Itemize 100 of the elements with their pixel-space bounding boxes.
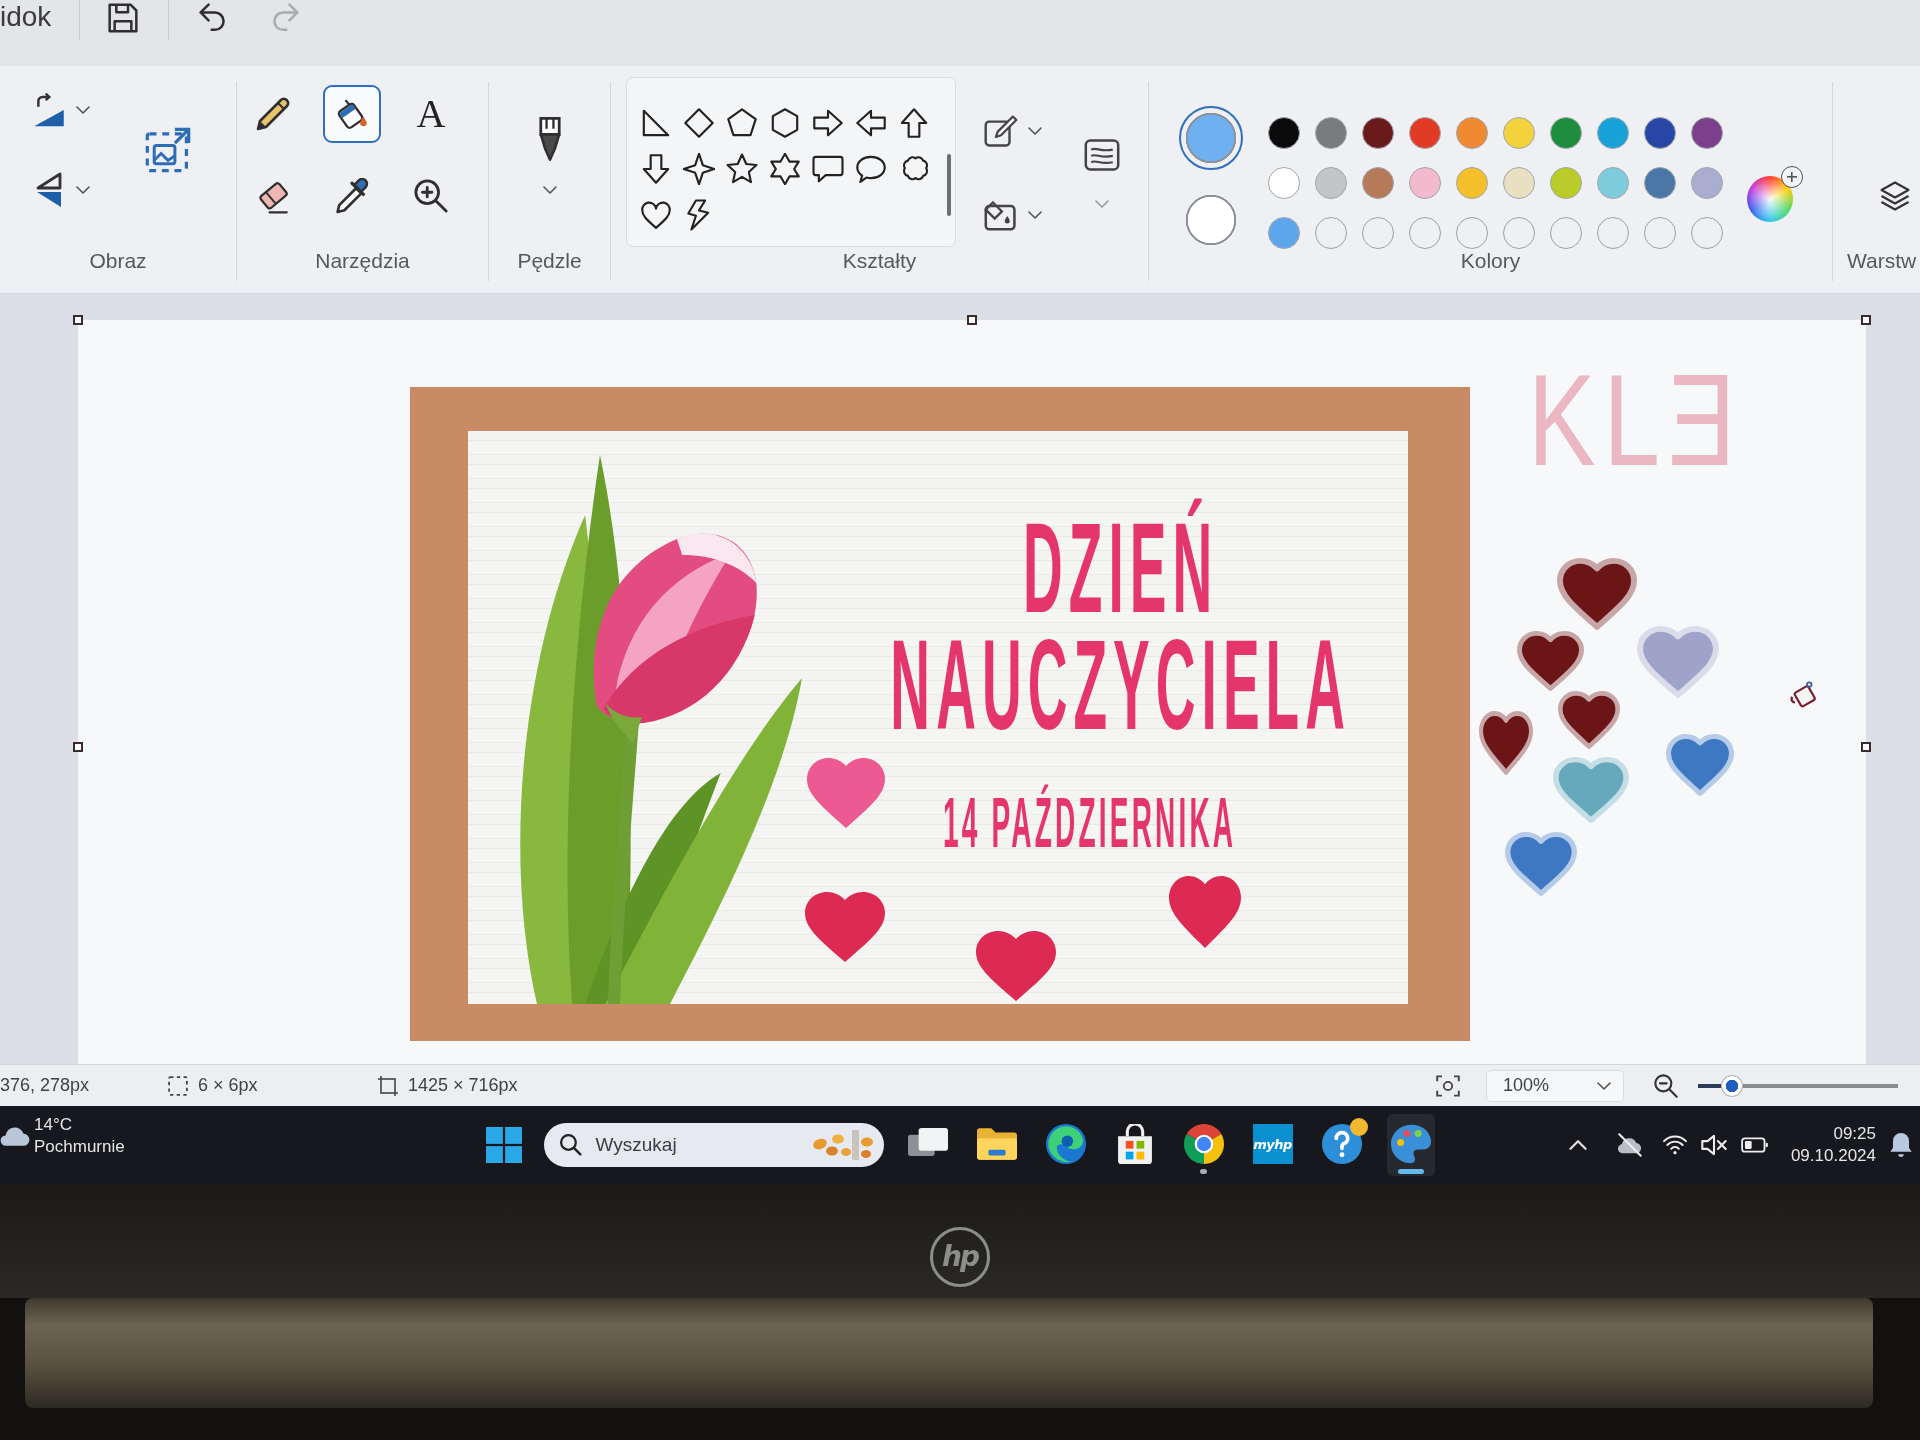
bell-icon[interactable] bbox=[1890, 1133, 1912, 1157]
chevron-down-icon[interactable] bbox=[76, 106, 90, 114]
save-icon[interactable] bbox=[108, 3, 139, 33]
ribbon-group-label: Narzędzia bbox=[315, 248, 410, 274]
color-swatch[interactable] bbox=[1362, 117, 1394, 149]
color-swatch[interactable] bbox=[1503, 167, 1535, 199]
help-icon[interactable] bbox=[1321, 1124, 1362, 1164]
color-swatch[interactable] bbox=[1456, 167, 1488, 199]
color-swatch[interactable] bbox=[1550, 167, 1582, 199]
line-width-icon[interactable] bbox=[1084, 138, 1120, 172]
shape-outline-icon[interactable] bbox=[984, 114, 1018, 148]
color-swatch[interactable] bbox=[1409, 117, 1441, 149]
up-arrow-icon[interactable] bbox=[898, 107, 930, 139]
chevron-down-icon[interactable] bbox=[1597, 1081, 1611, 1090]
brush-icon[interactable] bbox=[537, 116, 562, 162]
color-swatch[interactable] bbox=[1268, 117, 1300, 149]
chevron-down-icon[interactable] bbox=[1028, 127, 1042, 135]
color-swatch[interactable] bbox=[1268, 167, 1300, 199]
search-field[interactable]: Wyszukaj bbox=[543, 1123, 884, 1167]
swirl-icon[interactable] bbox=[1045, 1124, 1086, 1164]
chevron-up-icon[interactable] bbox=[1568, 1140, 1587, 1150]
oval-bubble-icon[interactable] bbox=[855, 153, 887, 185]
clock-date[interactable]: 09.10.2024 bbox=[1790, 1145, 1876, 1167]
zoom-dropdown[interactable]: 100% bbox=[1486, 1069, 1624, 1102]
handwritten-text: KLƎ bbox=[1528, 346, 1744, 495]
view-menu-tab[interactable]: idok bbox=[0, 0, 52, 34]
heart-icon bbox=[807, 758, 885, 828]
canvas-size-icon bbox=[378, 1075, 398, 1096]
ribbon-group-label: Kolory bbox=[1460, 248, 1521, 274]
laptop-logo: hp bbox=[930, 1227, 990, 1287]
heart-icon[interactable] bbox=[640, 199, 672, 231]
card-title: DZIEŃ NAUCZYCIELA bbox=[889, 495, 1353, 743]
cloud-off-icon[interactable] bbox=[1616, 1133, 1643, 1157]
selection-icon bbox=[168, 1075, 188, 1096]
resize-handle[interactable] bbox=[73, 742, 83, 752]
resize-handle[interactable] bbox=[73, 315, 83, 325]
ribbon-group-label: Pędzle bbox=[517, 248, 582, 274]
clock-time[interactable]: 09:25 bbox=[1833, 1123, 1876, 1145]
start-icon[interactable] bbox=[485, 1127, 522, 1163]
four-point-star-icon[interactable] bbox=[683, 153, 715, 185]
canvas-size: 1425 × 716px bbox=[408, 1075, 518, 1096]
fit-to-window-icon[interactable] bbox=[1436, 1074, 1460, 1097]
down-arrow-icon[interactable] bbox=[640, 153, 672, 185]
color-swatch[interactable] bbox=[1315, 117, 1347, 149]
color-swatch[interactable] bbox=[1409, 167, 1441, 199]
ribbon-group-label: Obraz bbox=[89, 248, 147, 274]
palette-icon[interactable] bbox=[1390, 1124, 1431, 1164]
resize-handle[interactable] bbox=[967, 315, 977, 325]
color-swatch[interactable] bbox=[1691, 117, 1723, 149]
scrollbar-thumb[interactable] bbox=[947, 154, 951, 216]
card-date: 14 PAŹDZIERNIKA bbox=[943, 783, 1237, 864]
browser-icon[interactable] bbox=[1183, 1124, 1224, 1164]
edit-colors-icon[interactable] bbox=[1747, 166, 1803, 222]
primary-color-swatch[interactable] bbox=[1179, 106, 1243, 170]
speech-bubble-icon[interactable] bbox=[812, 153, 844, 185]
undo-icon[interactable] bbox=[199, 3, 227, 33]
app-tile[interactable]: myhp bbox=[1252, 1124, 1293, 1164]
color-swatch[interactable] bbox=[1268, 217, 1300, 249]
layers-icon[interactable] bbox=[1880, 181, 1910, 211]
weather-condition[interactable]: Pochmurnie bbox=[34, 1136, 125, 1158]
left-arrow-icon[interactable] bbox=[855, 107, 887, 139]
temperature[interactable]: 14°C bbox=[34, 1114, 72, 1136]
color-swatch[interactable] bbox=[1644, 117, 1676, 149]
five-point-star-icon[interactable] bbox=[726, 153, 758, 185]
eyedropper-icon bbox=[335, 178, 369, 214]
resize-handle[interactable] bbox=[1861, 742, 1871, 752]
diamond-icon[interactable] bbox=[683, 107, 715, 139]
color-swatch[interactable] bbox=[1597, 167, 1629, 199]
color-swatch[interactable] bbox=[1456, 117, 1488, 149]
six-point-star-icon[interactable] bbox=[769, 153, 801, 185]
zoom-out-icon[interactable] bbox=[1654, 1073, 1678, 1098]
chevron-down-icon[interactable] bbox=[542, 186, 557, 194]
right-arrow-icon[interactable] bbox=[812, 107, 844, 139]
color-swatch[interactable] bbox=[1550, 117, 1582, 149]
wifi-icon[interactable] bbox=[1662, 1135, 1687, 1155]
fill-tool-button[interactable] bbox=[323, 85, 381, 143]
color-swatch[interactable] bbox=[1362, 167, 1394, 199]
resize-handle[interactable] bbox=[1861, 315, 1871, 325]
pentagon-icon[interactable] bbox=[726, 107, 758, 139]
shape-fill-icon[interactable] bbox=[984, 198, 1018, 232]
hexagon-icon[interactable] bbox=[769, 107, 801, 139]
chevron-down-icon[interactable] bbox=[1028, 211, 1042, 219]
color-swatch[interactable] bbox=[1503, 117, 1535, 149]
right-triangle-icon[interactable] bbox=[640, 107, 672, 139]
color-swatch[interactable] bbox=[1597, 117, 1629, 149]
resize-image-icon[interactable] bbox=[145, 127, 191, 173]
text-tool-button[interactable]: A bbox=[402, 85, 460, 143]
color-swatch[interactable] bbox=[1691, 167, 1723, 199]
active-app-button[interactable] bbox=[1386, 1114, 1435, 1176]
chevron-down-icon[interactable] bbox=[76, 186, 90, 194]
volume-muted-icon[interactable] bbox=[1700, 1134, 1727, 1156]
heart-icon bbox=[1169, 876, 1241, 948]
weather-cloud-icon[interactable] bbox=[0, 1124, 30, 1146]
autumn-leaves-icon bbox=[811, 1130, 874, 1160]
battery-icon[interactable] bbox=[1740, 1137, 1769, 1153]
shopping-bag-icon[interactable] bbox=[1116, 1124, 1153, 1164]
slider-thumb[interactable] bbox=[1721, 1074, 1744, 1097]
color-swatch[interactable] bbox=[1644, 167, 1676, 199]
color-swatch[interactable] bbox=[1315, 167, 1347, 199]
ribbon-group-label: Warstw bbox=[1847, 248, 1917, 274]
